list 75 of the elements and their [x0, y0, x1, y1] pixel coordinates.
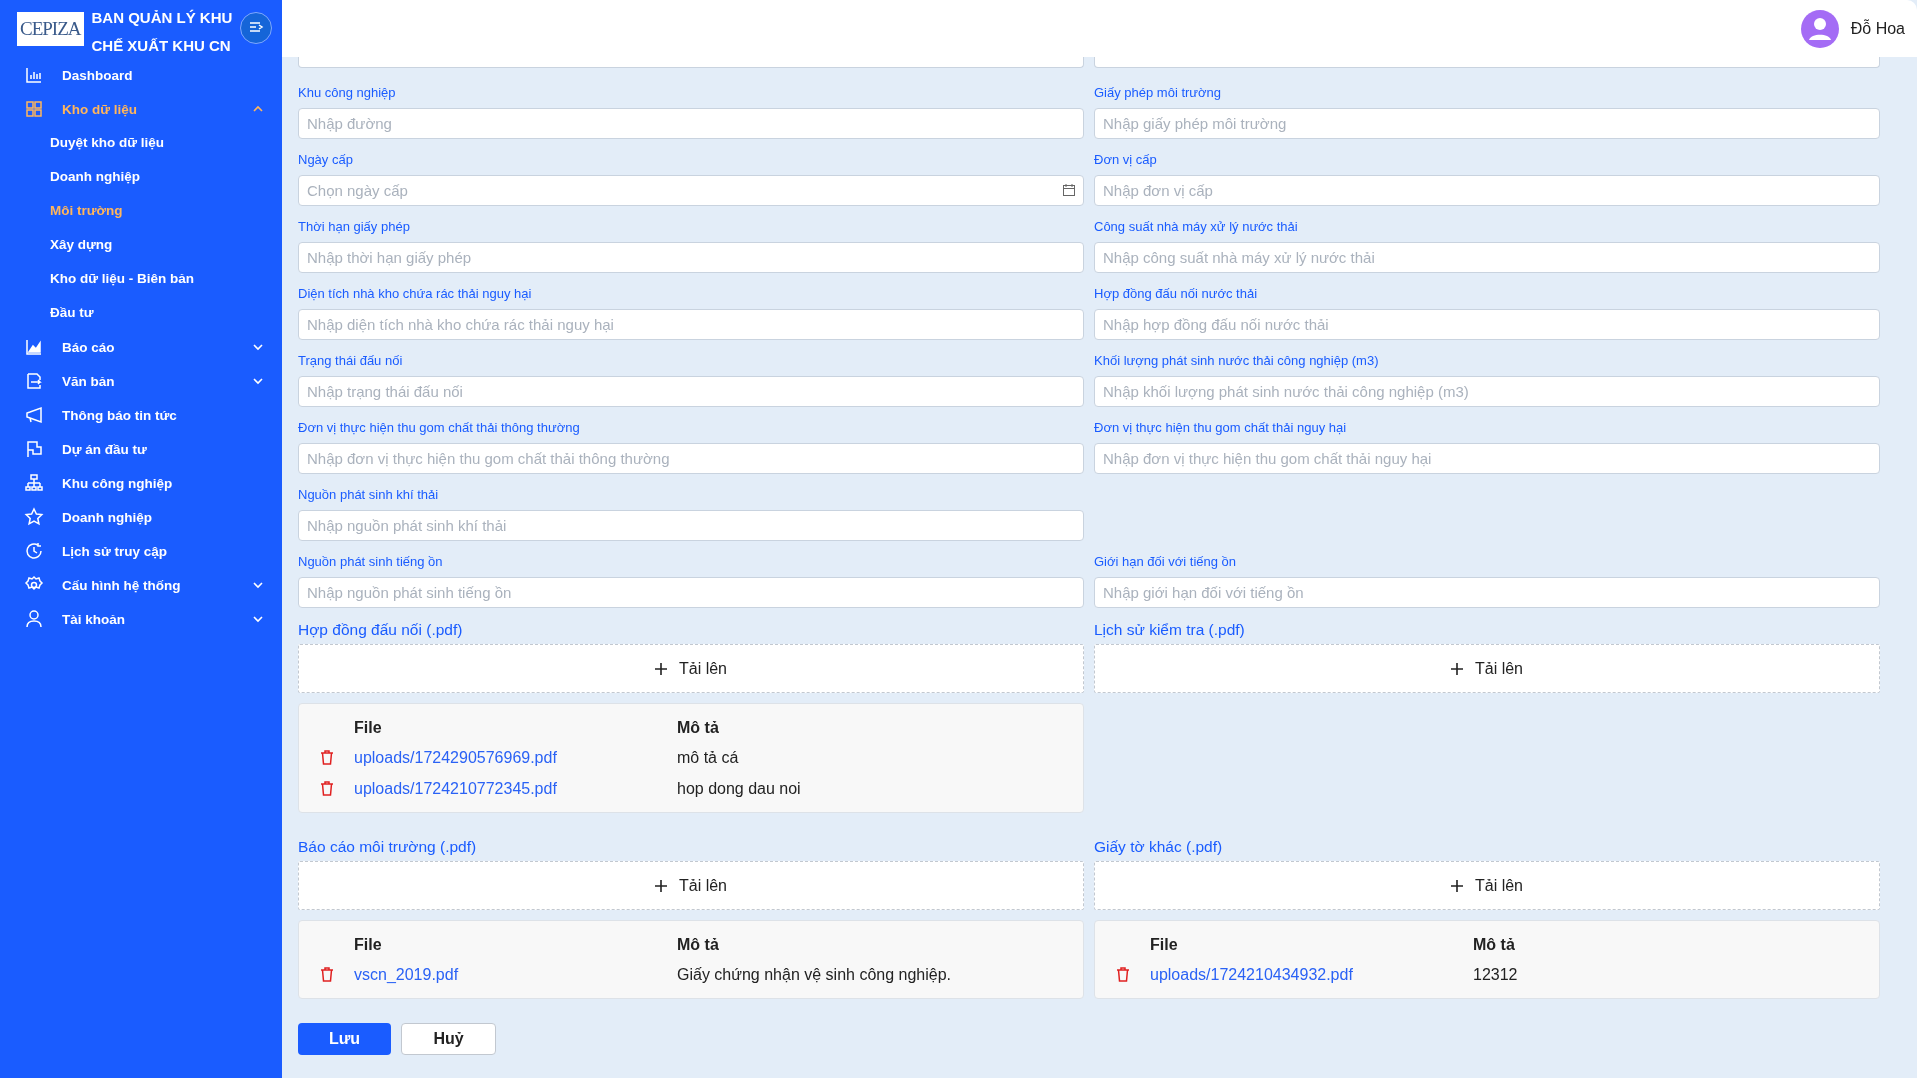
field-label: Đơn vị thực hiện thu gom chất thải nguy hại: [1094, 419, 1347, 437]
sidebar-item[interactable]: Khu công nghiệp: [4, 466, 270, 500]
logo: CEPIZA: [17, 12, 84, 46]
save-button[interactable]: Lưu: [298, 1023, 391, 1055]
field-label: Giới hạn đối với tiếng ồn: [1094, 553, 1237, 571]
sidebar-item[interactable]: Dashboard: [4, 58, 270, 92]
sidebar-item[interactable]: Dự án đầu tư: [4, 432, 270, 466]
upload-button[interactable]: Tải lên: [1094, 861, 1880, 910]
field-label: Diện tích nhà kho chứa rác thải nguy hại: [298, 285, 532, 303]
column-header: File: [354, 936, 383, 954]
field-label: Ngày cấp: [298, 151, 353, 169]
section-title: Báo cáo môi trường (.pdf): [298, 837, 477, 857]
sidebar-item[interactable]: Tài khoản: [4, 602, 270, 636]
input-field[interactable]: Nhập nguồn phát sinh khí thải: [298, 510, 1084, 541]
column-header: Mô tả: [677, 719, 720, 737]
input-field[interactable]: Nhập thời hạn giấy phép: [298, 242, 1084, 273]
app-title: CHẾ XUẤT KHU CN: [91, 36, 232, 56]
input-field[interactable]: Nhập diện tích nhà kho chứa rác thải nguy hại: [298, 309, 1084, 340]
sidebar-item[interactable]: Doanh nghiệp: [4, 500, 270, 534]
field-label: Nguồn phát sinh tiếng ồn: [298, 553, 443, 571]
sidebar-subitem[interactable]: Đầu tư: [4, 296, 282, 330]
file-link[interactable]: uploads/1724210434932.pdf: [1150, 965, 1473, 984]
sidebar-subitem[interactable]: Doanh nghiệp: [4, 160, 282, 194]
section-title: Hợp đồng đấu nối (.pdf): [298, 620, 463, 640]
input-field[interactable]: Nhập trạng thái đấu nối: [298, 376, 1084, 407]
sidebar-item[interactable]: Lịch sử truy cập: [4, 534, 270, 568]
sidebar-subitem[interactable]: Duyệt kho dữ liệu: [4, 126, 282, 160]
field-label: Khu công nghiệp: [298, 84, 396, 102]
table-cell-text: hop dong dau noi: [677, 779, 802, 798]
section-title: Giấy tờ khác (.pdf): [1094, 837, 1223, 857]
input-field[interactable]: Nhập nguồn phát sinh tiếng ồn: [298, 577, 1084, 608]
table-cell-text: 12312: [1473, 965, 1519, 984]
input-field[interactable]: Nhập công suất nhà máy xử lý nước thải: [1094, 242, 1880, 273]
table-cell-text: mô tả cá: [677, 748, 740, 767]
column-header: File: [354, 719, 383, 737]
column-header: File: [1150, 936, 1179, 954]
sidebar-item[interactable]: Cấu hình hệ thống: [4, 568, 270, 602]
field-label: Công suất nhà máy xử lý nước thải: [1094, 218, 1298, 236]
upload-button[interactable]: Tải lên: [298, 861, 1084, 910]
field-label: Hợp đồng đấu nối nước thải: [1094, 285, 1258, 303]
input-field[interactable]: Nhập đơn vị thực hiện thu gom chất thải thông thường: [298, 443, 1084, 474]
user-name: Đỗ Hoa: [1850, 19, 1905, 38]
field-label: Thời hạn giấy phép: [298, 218, 410, 236]
input-field[interactable]: Nhập đơn vị thực hiện thu gom chất thải nguy hại: [1094, 443, 1880, 474]
field-label: Giấy phép môi trường: [1094, 84, 1222, 102]
field-label: Đơn vị thực hiện thu gom chất thải thông thường: [298, 419, 580, 437]
section-title: Lịch sử kiểm tra (.pdf): [1094, 620, 1245, 640]
input-field[interactable]: Nhập đường: [298, 108, 1084, 139]
column-header: Mô tả: [1473, 936, 1516, 954]
field-label: Trạng thái đấu nối: [298, 352, 403, 370]
sidebar-subitem[interactable]: Môi trường: [4, 194, 282, 228]
upload-button[interactable]: Tải lên: [1094, 644, 1880, 693]
input-field[interactable]: Nhập giới hạn đối với tiếng ồn: [1094, 577, 1880, 608]
file-link[interactable]: uploads/1724290576969.pdf: [354, 748, 677, 767]
field-label: Nguồn phát sinh khí thải: [298, 486, 439, 504]
input-field[interactable]: Nhập khối lượng phát sinh nước thải công nghiệp (m3): [1094, 376, 1880, 407]
upload-button[interactable]: Tải lên: [298, 644, 1084, 693]
date-field[interactable]: Chọn ngày cấp: [298, 175, 1084, 206]
input-field[interactable]: Nhập đơn vị cấp: [1094, 175, 1880, 206]
column-header: Mô tả: [677, 936, 720, 954]
sidebar-item[interactable]: Thông báo tin tức: [4, 398, 270, 432]
field-label: Khối lượng phát sinh nước thải công nghiệp (m3): [1094, 352, 1379, 370]
sidebar-subitem[interactable]: Kho dữ liệu - Biên bản: [4, 262, 282, 296]
cancel-button[interactable]: Huỷ: [401, 1023, 496, 1055]
sidebar-subitem[interactable]: Xây dựng: [4, 228, 282, 262]
app-title: BAN QUẢN LÝ KHU: [91, 8, 233, 28]
file-link[interactable]: vscn_2019.pdf: [354, 965, 677, 984]
file-link[interactable]: uploads/1724210772345.pdf: [354, 779, 677, 798]
input-field[interactable]: Nhập hợp đồng đấu nối nước thải: [1094, 309, 1880, 340]
field-label: Đơn vị cấp: [1094, 151, 1157, 169]
table-cell-text: Giấy chứng nhận vệ sinh công nghiệp.: [677, 965, 952, 984]
sidebar-item[interactable]: Báo cáo: [4, 330, 270, 364]
sidebar-item[interactable]: Văn bản: [4, 364, 270, 398]
sidebar-item[interactable]: Kho dữ liệu: [4, 92, 270, 126]
input-field[interactable]: Nhập giấy phép môi trường: [1094, 108, 1880, 139]
